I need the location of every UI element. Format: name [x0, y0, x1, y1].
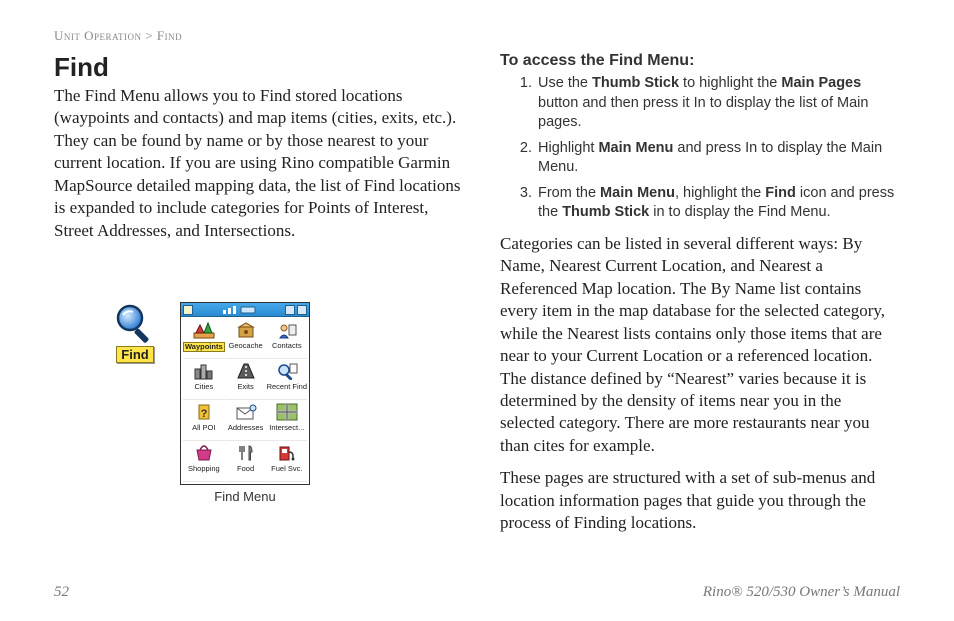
device-topbar [181, 303, 309, 317]
satellite-icon [183, 305, 193, 315]
menu-item-exits: Exits [226, 360, 266, 400]
menu-item-shopping: Shopping [183, 442, 225, 482]
food-icon [234, 443, 258, 463]
menu-item-intersect: Intersect... [267, 401, 307, 441]
signal-bars-icon [219, 305, 259, 315]
step-3: From the Main Menu, highlight the Find i… [536, 184, 900, 223]
menu-item-label: Contacts [272, 342, 302, 350]
page-title: Find [54, 52, 462, 83]
menu-item-addresses: Addresses [226, 401, 266, 441]
categories-paragraph: Categories can be listed in several diff… [500, 233, 900, 457]
manual-title: Rino® 520/530 Owner’s Manual [703, 584, 900, 601]
geocache-icon [234, 320, 258, 340]
menu-item-geocache: Geocache [226, 319, 266, 359]
menu-item-label: Shopping [188, 465, 220, 473]
menu-item-label: Geocache [229, 342, 263, 350]
intersect-icon [275, 402, 299, 422]
shopping-icon [192, 443, 216, 463]
step-1: Use the Thumb Stick to highlight the Mai… [536, 74, 900, 133]
menu-item-label: Fuel Svc. [271, 465, 302, 473]
addresses-icon [234, 402, 258, 422]
find-menu-caption: Find Menu [214, 489, 275, 504]
close-icon [297, 305, 307, 315]
icon-gallery: Find [114, 302, 462, 504]
menu-item-label: Exits [237, 383, 253, 391]
breadcrumb: Unit Operation > Find [54, 28, 900, 44]
svg-text:?: ? [200, 408, 207, 420]
exits-icon [234, 361, 258, 381]
window-button-icon [285, 305, 295, 315]
cities-icon [192, 361, 216, 381]
menu-item-contacts: Contacts [267, 319, 307, 359]
all-poi-icon: ? [192, 402, 216, 422]
menu-item-recent-find: Recent Find [267, 360, 307, 400]
menu-item-label: Intersect... [269, 424, 304, 432]
menu-item-fuel-svc: Fuel Svc. [267, 442, 307, 482]
fuel-svc-icon [275, 443, 299, 463]
menu-item-label: All POI [192, 424, 215, 432]
find-icon-label: Find [116, 346, 153, 363]
menu-item-label: Cities [194, 383, 213, 391]
menu-item-cities: Cities [183, 360, 225, 400]
menu-item-label: Recent Find [267, 383, 307, 391]
structure-paragraph: These pages are structured with a set of… [500, 467, 900, 534]
step-2: Highlight Main Menu and press In to disp… [536, 139, 900, 178]
access-steps-list: Use the Thumb Stick to highlight the Mai… [500, 74, 900, 223]
menu-item-all-poi: ? All POI [183, 401, 225, 441]
menu-item-label: Food [237, 465, 254, 473]
menu-item-food: Food [226, 442, 266, 482]
contacts-icon [275, 320, 299, 340]
find-menu-screenshot: Waypoints Geocache Contacts Cities Exits Rece… [180, 302, 310, 504]
menu-item-label: Waypoints [183, 342, 225, 352]
magnifier-icon [114, 302, 156, 344]
access-find-heading: To access the Find Menu: [500, 52, 900, 70]
waypoints-icon [192, 320, 216, 340]
find-description: The Find Menu allows you to Find stored … [54, 85, 462, 242]
find-icon-block: Find [114, 302, 156, 363]
recent-find-icon [275, 361, 299, 381]
menu-item-label: Addresses [228, 424, 263, 432]
page-number: 52 [54, 584, 69, 601]
menu-item-waypoints: Waypoints [183, 319, 225, 359]
